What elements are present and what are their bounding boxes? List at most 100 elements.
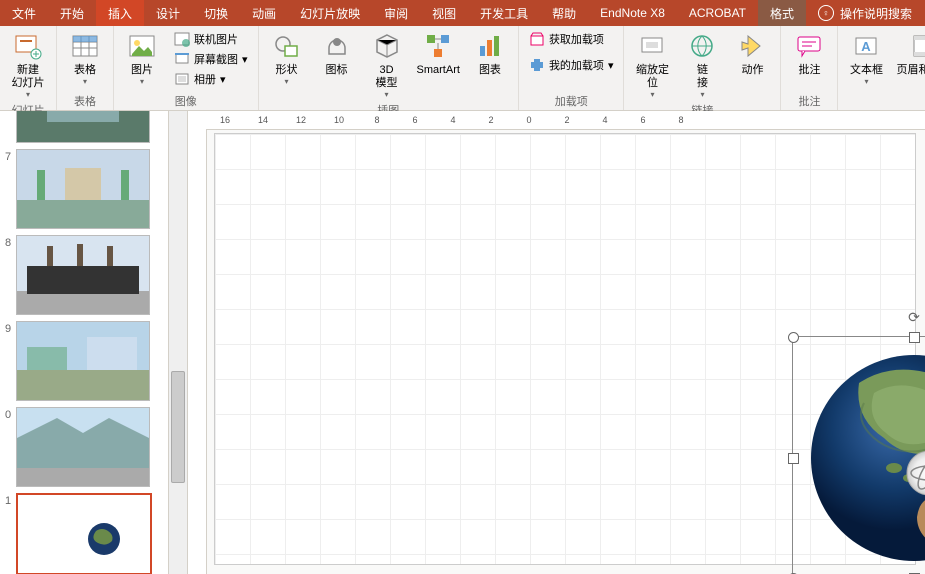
resize-handle-nw[interactable] <box>788 332 799 343</box>
comment-icon <box>793 30 825 62</box>
group-tables: 表格 <box>61 92 109 110</box>
shapes-icon <box>271 30 303 62</box>
my-addins-button[interactable]: 我的加载项▾ <box>525 56 618 74</box>
svg-text:A: A <box>862 39 872 54</box>
tell-me-label: 操作说明搜索 <box>840 5 912 22</box>
slide-thumbnail-selected[interactable] <box>16 493 152 574</box>
smartart-icon <box>422 30 454 62</box>
slide-thumbnail[interactable] <box>16 111 150 143</box>
3dmodels-label: 3D模型 <box>376 64 398 90</box>
horizontal-ruler: 16141210864202468 <box>188 111 925 130</box>
slide-thumbnails-pane: 7 8 9 0 1 <box>0 111 169 574</box>
textbox-button[interactable]: A 文本框▾ <box>842 28 890 88</box>
tab-insert[interactable]: 插入 <box>96 0 144 26</box>
album-label: 相册 <box>194 71 216 87</box>
scrollbar-thumb[interactable] <box>171 371 185 483</box>
icons-button[interactable]: 图标 <box>313 28 361 79</box>
tab-endnote[interactable]: EndNote X8 <box>588 0 677 26</box>
rotation-handle[interactable]: ⟳ <box>908 309 920 326</box>
table-button[interactable]: 表格▾ <box>61 28 109 88</box>
action-label: 动作 <box>741 64 763 77</box>
pictures-button[interactable]: 图片▾ <box>118 28 166 88</box>
group-comments: 批注 <box>785 92 833 110</box>
tab-help[interactable]: 帮助 <box>540 0 588 26</box>
link-button[interactable]: 链接▾ <box>678 28 726 101</box>
smartart-button[interactable]: SmartArt <box>413 28 464 79</box>
table-label: 表格 <box>74 64 96 77</box>
zoom-button[interactable]: 缩放定位▾ <box>628 28 676 101</box>
shapes-button[interactable]: 形状▾ <box>263 28 311 88</box>
store-icon <box>529 31 545 47</box>
new-slide-label: 新建幻灯片 <box>12 64 45 90</box>
smartart-label: SmartArt <box>417 64 460 77</box>
screenshot-button[interactable]: 屏幕截图▾ <box>170 50 252 68</box>
lightbulb-icon: ♀ <box>818 5 834 21</box>
tab-file[interactable]: 文件 <box>0 0 48 26</box>
comment-button[interactable]: 批注 <box>785 28 833 79</box>
earth-3dmodel[interactable] <box>793 337 925 574</box>
textbox-icon: A <box>850 30 882 62</box>
group-images: 图像 <box>118 92 254 110</box>
action-icon <box>736 30 768 62</box>
online-pictures-icon <box>174 31 190 47</box>
icons-label: 图标 <box>326 64 348 77</box>
thumbnails-scrollbar[interactable] <box>169 111 188 574</box>
slide-thumbnail[interactable] <box>16 407 150 487</box>
vertical-ruler <box>188 129 207 574</box>
my-addins-label: 我的加载项 <box>549 57 604 73</box>
chart-icon <box>474 30 506 62</box>
action-button[interactable]: 动作 <box>728 28 776 79</box>
tab-home[interactable]: 开始 <box>48 0 96 26</box>
tab-animations[interactable]: 动画 <box>240 0 288 26</box>
get-addins-button[interactable]: 获取加载项 <box>525 30 618 48</box>
slide-thumbnail[interactable] <box>16 235 150 315</box>
link-icon <box>686 30 718 62</box>
tab-developer[interactable]: 开发工具 <box>468 0 540 26</box>
link-label: 链接 <box>697 64 708 90</box>
zoom-label: 缩放定位 <box>636 64 669 90</box>
tab-review[interactable]: 审阅 <box>372 0 420 26</box>
slide-thumbnail[interactable] <box>16 321 150 401</box>
thumb-number: 7 <box>0 149 16 163</box>
tab-format[interactable]: 格式 <box>758 0 806 26</box>
group-text: 文本 <box>842 92 925 110</box>
tab-slideshow[interactable]: 幻灯片放映 <box>288 0 372 26</box>
online-pictures-button[interactable]: 联机图片 <box>170 30 252 48</box>
chart-label: 图表 <box>479 64 501 77</box>
comment-label: 批注 <box>798 64 820 77</box>
textbox-label: 文本框 <box>850 64 883 77</box>
addins-icon <box>529 57 545 73</box>
group-addins: 加载项 <box>523 92 620 110</box>
screenshot-label: 屏幕截图 <box>194 51 238 67</box>
header-footer-button[interactable]: 页眉和页脚 <box>892 28 925 79</box>
header-icon <box>908 30 925 62</box>
tab-transitions[interactable]: 切换 <box>192 0 240 26</box>
tab-design[interactable]: 设计 <box>144 0 192 26</box>
screenshot-icon <box>174 51 190 67</box>
tab-acrobat[interactable]: ACROBAT <box>677 0 758 26</box>
pictures-icon <box>126 30 158 62</box>
thumb-number: 0 <box>0 407 16 421</box>
album-icon <box>174 71 190 87</box>
zoom-icon <box>636 30 668 62</box>
new-slide-icon <box>12 30 44 62</box>
selected-object-3dmodel[interactable]: ⟳ <box>792 336 925 574</box>
get-addins-label: 获取加载项 <box>549 31 604 47</box>
resize-handle-w[interactable] <box>788 453 799 464</box>
slide-thumbnail[interactable] <box>16 149 150 229</box>
tab-view[interactable]: 视图 <box>420 0 468 26</box>
resize-handle-n[interactable] <box>909 332 920 343</box>
table-icon <box>69 30 101 62</box>
online-pictures-label: 联机图片 <box>194 31 238 47</box>
cube-icon <box>371 30 403 62</box>
header-label: 页眉和页脚 <box>896 64 925 77</box>
3dmodels-button[interactable]: 3D模型▾ <box>363 28 411 101</box>
shapes-label: 形状 <box>276 64 298 77</box>
chart-button[interactable]: 图表 <box>466 28 514 79</box>
thumb-number: 9 <box>0 321 16 335</box>
album-button[interactable]: 相册▾ <box>170 70 252 88</box>
tell-me[interactable]: ♀ 操作说明搜索 <box>806 0 924 26</box>
icons-icon <box>321 30 353 62</box>
new-slide-button[interactable]: 新建幻灯片▾ <box>4 28 52 101</box>
slide-canvas-area: 16141210864202468 ⟳ <box>188 111 925 574</box>
